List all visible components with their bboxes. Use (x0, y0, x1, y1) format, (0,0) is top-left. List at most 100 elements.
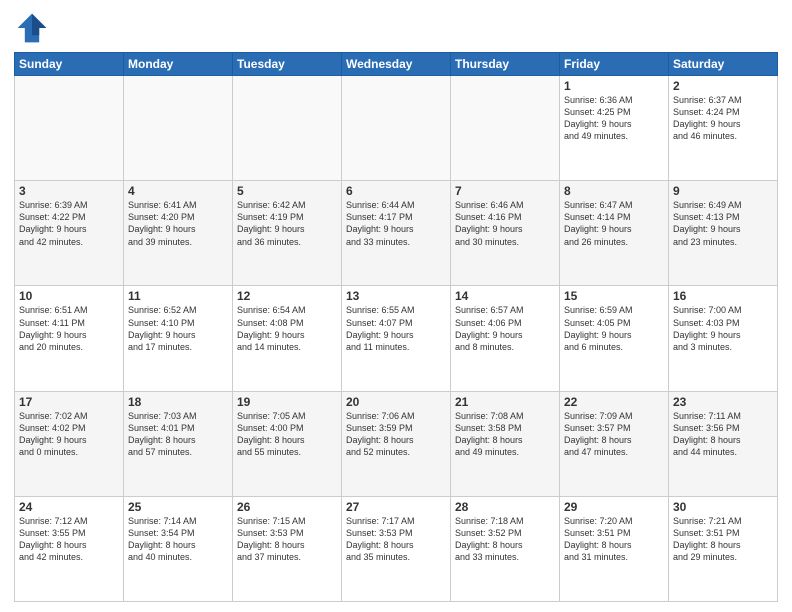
day-info: Sunrise: 7:20 AM Sunset: 3:51 PM Dayligh… (564, 515, 664, 564)
day-info: Sunrise: 6:57 AM Sunset: 4:06 PM Dayligh… (455, 304, 555, 353)
day-info: Sunrise: 7:12 AM Sunset: 3:55 PM Dayligh… (19, 515, 119, 564)
calendar-cell: 16Sunrise: 7:00 AM Sunset: 4:03 PM Dayli… (669, 286, 778, 391)
day-header-saturday: Saturday (669, 53, 778, 76)
calendar-cell: 24Sunrise: 7:12 AM Sunset: 3:55 PM Dayli… (15, 496, 124, 601)
calendar-cell: 15Sunrise: 6:59 AM Sunset: 4:05 PM Dayli… (560, 286, 669, 391)
calendar-cell: 11Sunrise: 6:52 AM Sunset: 4:10 PM Dayli… (124, 286, 233, 391)
day-info: Sunrise: 7:14 AM Sunset: 3:54 PM Dayligh… (128, 515, 228, 564)
calendar-week-row: 24Sunrise: 7:12 AM Sunset: 3:55 PM Dayli… (15, 496, 778, 601)
day-number: 8 (564, 184, 664, 198)
day-info: Sunrise: 7:09 AM Sunset: 3:57 PM Dayligh… (564, 410, 664, 459)
day-info: Sunrise: 6:42 AM Sunset: 4:19 PM Dayligh… (237, 199, 337, 248)
calendar-week-row: 3Sunrise: 6:39 AM Sunset: 4:22 PM Daylig… (15, 181, 778, 286)
day-info: Sunrise: 6:51 AM Sunset: 4:11 PM Dayligh… (19, 304, 119, 353)
calendar-cell: 30Sunrise: 7:21 AM Sunset: 3:51 PM Dayli… (669, 496, 778, 601)
day-info: Sunrise: 6:41 AM Sunset: 4:20 PM Dayligh… (128, 199, 228, 248)
calendar-cell: 26Sunrise: 7:15 AM Sunset: 3:53 PM Dayli… (233, 496, 342, 601)
day-number: 22 (564, 395, 664, 409)
day-number: 24 (19, 500, 119, 514)
day-number: 20 (346, 395, 446, 409)
day-number: 21 (455, 395, 555, 409)
calendar-cell: 13Sunrise: 6:55 AM Sunset: 4:07 PM Dayli… (342, 286, 451, 391)
calendar-cell: 12Sunrise: 6:54 AM Sunset: 4:08 PM Dayli… (233, 286, 342, 391)
day-info: Sunrise: 6:46 AM Sunset: 4:16 PM Dayligh… (455, 199, 555, 248)
day-header-wednesday: Wednesday (342, 53, 451, 76)
calendar-cell: 29Sunrise: 7:20 AM Sunset: 3:51 PM Dayli… (560, 496, 669, 601)
day-number: 17 (19, 395, 119, 409)
day-number: 9 (673, 184, 773, 198)
calendar-table: SundayMondayTuesdayWednesdayThursdayFrid… (14, 52, 778, 602)
day-info: Sunrise: 6:59 AM Sunset: 4:05 PM Dayligh… (564, 304, 664, 353)
calendar-cell (124, 76, 233, 181)
day-number: 18 (128, 395, 228, 409)
calendar-cell: 17Sunrise: 7:02 AM Sunset: 4:02 PM Dayli… (15, 391, 124, 496)
day-info: Sunrise: 7:11 AM Sunset: 3:56 PM Dayligh… (673, 410, 773, 459)
calendar-cell: 6Sunrise: 6:44 AM Sunset: 4:17 PM Daylig… (342, 181, 451, 286)
calendar-cell: 25Sunrise: 7:14 AM Sunset: 3:54 PM Dayli… (124, 496, 233, 601)
calendar-cell: 1Sunrise: 6:36 AM Sunset: 4:25 PM Daylig… (560, 76, 669, 181)
day-info: Sunrise: 7:03 AM Sunset: 4:01 PM Dayligh… (128, 410, 228, 459)
logo (14, 10, 54, 46)
day-number: 10 (19, 289, 119, 303)
calendar-cell (15, 76, 124, 181)
calendar-cell: 10Sunrise: 6:51 AM Sunset: 4:11 PM Dayli… (15, 286, 124, 391)
calendar-cell (233, 76, 342, 181)
day-info: Sunrise: 7:08 AM Sunset: 3:58 PM Dayligh… (455, 410, 555, 459)
calendar-week-row: 1Sunrise: 6:36 AM Sunset: 4:25 PM Daylig… (15, 76, 778, 181)
header (14, 10, 778, 46)
calendar-header-row: SundayMondayTuesdayWednesdayThursdayFrid… (15, 53, 778, 76)
calendar-week-row: 10Sunrise: 6:51 AM Sunset: 4:11 PM Dayli… (15, 286, 778, 391)
day-info: Sunrise: 7:15 AM Sunset: 3:53 PM Dayligh… (237, 515, 337, 564)
day-info: Sunrise: 7:18 AM Sunset: 3:52 PM Dayligh… (455, 515, 555, 564)
calendar-cell (342, 76, 451, 181)
day-number: 5 (237, 184, 337, 198)
day-header-tuesday: Tuesday (233, 53, 342, 76)
calendar-cell: 22Sunrise: 7:09 AM Sunset: 3:57 PM Dayli… (560, 391, 669, 496)
calendar-cell: 23Sunrise: 7:11 AM Sunset: 3:56 PM Dayli… (669, 391, 778, 496)
calendar-cell: 14Sunrise: 6:57 AM Sunset: 4:06 PM Dayli… (451, 286, 560, 391)
day-number: 14 (455, 289, 555, 303)
calendar-week-row: 17Sunrise: 7:02 AM Sunset: 4:02 PM Dayli… (15, 391, 778, 496)
day-number: 16 (673, 289, 773, 303)
day-number: 30 (673, 500, 773, 514)
calendar-cell: 19Sunrise: 7:05 AM Sunset: 4:00 PM Dayli… (233, 391, 342, 496)
calendar-cell: 5Sunrise: 6:42 AM Sunset: 4:19 PM Daylig… (233, 181, 342, 286)
calendar-cell: 8Sunrise: 6:47 AM Sunset: 4:14 PM Daylig… (560, 181, 669, 286)
day-info: Sunrise: 7:05 AM Sunset: 4:00 PM Dayligh… (237, 410, 337, 459)
day-number: 3 (19, 184, 119, 198)
calendar-cell: 3Sunrise: 6:39 AM Sunset: 4:22 PM Daylig… (15, 181, 124, 286)
logo-icon (14, 10, 50, 46)
calendar-cell: 18Sunrise: 7:03 AM Sunset: 4:01 PM Dayli… (124, 391, 233, 496)
day-number: 27 (346, 500, 446, 514)
day-header-monday: Monday (124, 53, 233, 76)
page: SundayMondayTuesdayWednesdayThursdayFrid… (0, 0, 792, 612)
day-info: Sunrise: 6:47 AM Sunset: 4:14 PM Dayligh… (564, 199, 664, 248)
day-number: 15 (564, 289, 664, 303)
day-info: Sunrise: 7:00 AM Sunset: 4:03 PM Dayligh… (673, 304, 773, 353)
day-header-thursday: Thursday (451, 53, 560, 76)
day-number: 6 (346, 184, 446, 198)
day-info: Sunrise: 6:49 AM Sunset: 4:13 PM Dayligh… (673, 199, 773, 248)
day-number: 13 (346, 289, 446, 303)
calendar-cell: 9Sunrise: 6:49 AM Sunset: 4:13 PM Daylig… (669, 181, 778, 286)
day-header-sunday: Sunday (15, 53, 124, 76)
calendar-cell: 2Sunrise: 6:37 AM Sunset: 4:24 PM Daylig… (669, 76, 778, 181)
day-info: Sunrise: 7:21 AM Sunset: 3:51 PM Dayligh… (673, 515, 773, 564)
day-number: 12 (237, 289, 337, 303)
day-info: Sunrise: 6:36 AM Sunset: 4:25 PM Dayligh… (564, 94, 664, 143)
day-number: 4 (128, 184, 228, 198)
day-info: Sunrise: 6:39 AM Sunset: 4:22 PM Dayligh… (19, 199, 119, 248)
day-header-friday: Friday (560, 53, 669, 76)
day-number: 2 (673, 79, 773, 93)
day-number: 25 (128, 500, 228, 514)
calendar-cell: 21Sunrise: 7:08 AM Sunset: 3:58 PM Dayli… (451, 391, 560, 496)
day-info: Sunrise: 6:54 AM Sunset: 4:08 PM Dayligh… (237, 304, 337, 353)
calendar-cell (451, 76, 560, 181)
day-info: Sunrise: 6:52 AM Sunset: 4:10 PM Dayligh… (128, 304, 228, 353)
day-number: 26 (237, 500, 337, 514)
day-number: 28 (455, 500, 555, 514)
day-info: Sunrise: 6:37 AM Sunset: 4:24 PM Dayligh… (673, 94, 773, 143)
day-info: Sunrise: 6:55 AM Sunset: 4:07 PM Dayligh… (346, 304, 446, 353)
day-info: Sunrise: 7:06 AM Sunset: 3:59 PM Dayligh… (346, 410, 446, 459)
day-number: 11 (128, 289, 228, 303)
